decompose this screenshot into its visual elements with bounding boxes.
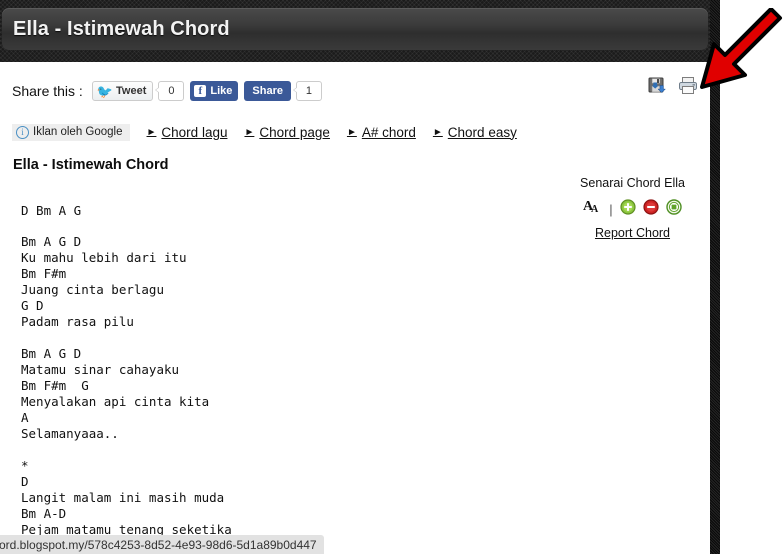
- caret-right-icon: ►: [432, 126, 443, 138]
- caret-right-icon: ►: [244, 126, 255, 138]
- share-this-label: Share this :: [12, 83, 83, 99]
- ad-link-label: Chord lagu: [161, 124, 228, 140]
- header-band: Ella - Istimewah Chord: [0, 0, 710, 62]
- svg-text:A: A: [591, 204, 599, 215]
- twitter-bird-icon: 🐦: [96, 83, 114, 99]
- caret-right-icon: ►: [146, 126, 157, 138]
- font-size-controls: A A |: [560, 198, 705, 220]
- tweet-button-label: Tweet: [116, 85, 147, 97]
- right-white-area: [720, 0, 783, 554]
- share-row: Share this : 🐦 Tweet 0 f Like Share 1: [0, 74, 710, 108]
- minus-circle-icon[interactable]: [643, 198, 659, 220]
- tweet-button[interactable]: 🐦 Tweet: [91, 81, 154, 101]
- ad-link-chord-page[interactable]: ► Chord page: [244, 125, 329, 140]
- separator: |: [609, 201, 613, 217]
- font-size-aa-icon[interactable]: A A: [583, 198, 602, 220]
- save-floppy-icon[interactable]: [648, 76, 667, 100]
- share-count: 1: [292, 81, 322, 101]
- ad-link-chord-easy[interactable]: ► Chord easy: [433, 125, 517, 140]
- senarai-chord-ella-link[interactable]: Senarai Chord Ella: [580, 176, 685, 190]
- share-button-label: Share: [252, 85, 283, 97]
- side-tools-panel: Senarai Chord Ella A A | Report Chord: [560, 174, 705, 242]
- caret-right-icon: ►: [346, 126, 357, 138]
- iklan-oleh-google-badge[interactable]: i Iklan oleh Google: [12, 123, 130, 141]
- ad-link-label: A# chord: [361, 124, 416, 140]
- like-button-label: Like: [210, 85, 233, 97]
- facebook-f-icon: f: [194, 85, 207, 97]
- ad-link-a-sharp-chord[interactable]: ► A# chord: [347, 125, 416, 140]
- status-bar-url: ord.blogspot.my/578c4253-8d52-4e93-98d6-…: [0, 537, 317, 552]
- page-content: Ella - Istimewah Chord Share this : 🐦 Tw…: [0, 0, 710, 554]
- stop-circle-icon[interactable]: [665, 198, 682, 220]
- song-heading: Ella - Istimewah Chord: [13, 157, 169, 173]
- ad-link-label: Chord page: [259, 124, 330, 140]
- facebook-like-button[interactable]: f Like: [190, 81, 239, 101]
- printer-icon[interactable]: [678, 76, 698, 100]
- browser-status-bar: ord.blogspot.my/578c4253-8d52-4e93-98d6-…: [0, 535, 324, 554]
- facebook-share-button[interactable]: Share: [244, 81, 291, 101]
- title-bar: Ella - Istimewah Chord: [2, 8, 708, 50]
- ad-link-label: Chord easy: [447, 124, 517, 140]
- ad-link-chord-lagu[interactable]: ► Chord lagu: [147, 125, 228, 140]
- ads-badge-label: Iklan oleh Google: [33, 126, 123, 138]
- tweet-count: 0: [155, 81, 185, 101]
- info-circle-icon: i: [16, 125, 29, 139]
- google-ads-bar: i Iklan oleh Google ► Chord lagu ► Chord…: [0, 121, 710, 143]
- page-title: Ella - Istimewah Chord: [13, 17, 230, 40]
- tool-icons-group: [648, 76, 698, 100]
- report-chord-link[interactable]: Report Chord: [595, 226, 670, 240]
- right-frame-edge: [710, 0, 720, 554]
- chord-lyrics-body: D Bm A G Bm A G D Ku mahu lebih dari itu…: [21, 202, 232, 537]
- plus-circle-icon[interactable]: [620, 198, 636, 220]
